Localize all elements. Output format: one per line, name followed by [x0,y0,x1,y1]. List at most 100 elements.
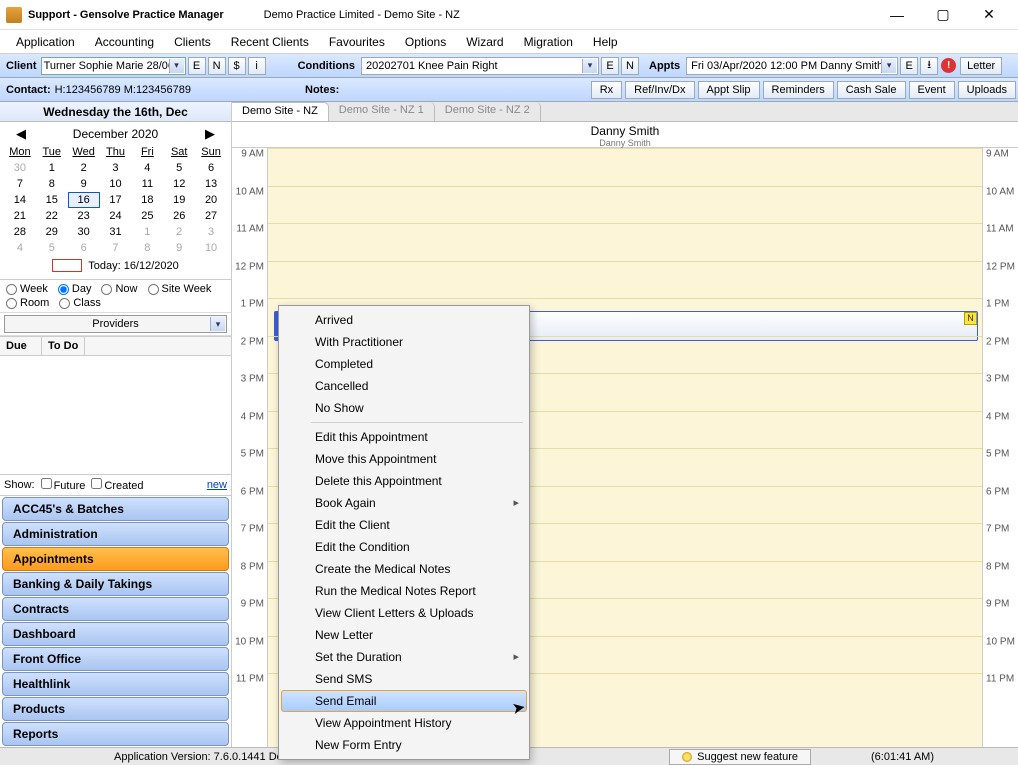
cal-day[interactable]: 9 [163,240,195,256]
ctx-completed[interactable]: Completed [281,353,527,375]
cal-day[interactable]: 25 [131,208,163,224]
ctx-arrived[interactable]: Arrived [281,309,527,331]
minimize-button[interactable]: — [874,0,920,30]
cal-day[interactable]: 4 [131,160,163,176]
ctx-edit-the-client[interactable]: Edit the Client [281,514,527,536]
cal-day[interactable]: 11 [131,176,163,192]
cal-day[interactable]: 17 [100,192,132,208]
cal-day[interactable]: 26 [163,208,195,224]
due-col-header[interactable]: Due [0,337,42,355]
conditions-select[interactable]: 20202701 Knee Pain Right ▾ [361,57,599,75]
client-n-button[interactable]: N [208,57,226,75]
site-tab[interactable]: Demo Site - NZ 2 [435,102,541,121]
appointment-select[interactable]: Fri 03/Apr/2020 12:00 PM Danny Smith ▾ [686,57,898,75]
radio-site-week[interactable]: Site Week [148,283,212,295]
cal-day[interactable]: 22 [36,208,68,224]
todo-col-header[interactable]: To Do [42,337,85,355]
action-reminders-button[interactable]: Reminders [763,81,834,99]
maximize-button[interactable]: ▢ [920,0,966,30]
ctx-edit-the-condition[interactable]: Edit the Condition [281,536,527,558]
download-button[interactable]: ⭳ [920,57,938,75]
warning-icon[interactable]: ! [941,58,956,73]
nav-front-office[interactable]: Front Office [2,647,229,671]
site-tab[interactable]: Demo Site - NZ 1 [329,102,435,121]
cal-day[interactable]: 30 [68,224,100,240]
ctx-run-the-medical-notes-report[interactable]: Run the Medical Notes Report [281,580,527,602]
close-button[interactable]: ✕ [966,0,1012,30]
cal-day[interactable]: 4 [4,240,36,256]
cal-day[interactable]: 6 [68,240,100,256]
ctx-set-the-duration[interactable]: Set the Duration [281,646,527,668]
cond-n-button[interactable]: N [621,57,639,75]
cal-day[interactable]: 7 [4,176,36,192]
new-link[interactable]: new [207,479,227,491]
cal-day[interactable]: 19 [163,192,195,208]
site-tab[interactable]: Demo Site - NZ [232,102,329,121]
menu-help[interactable]: Help [583,31,628,53]
ctx-book-again[interactable]: Book Again [281,492,527,514]
nav-reports[interactable]: Reports [2,722,229,746]
ctx-create-the-medical-notes[interactable]: Create the Medical Notes [281,558,527,580]
today-row[interactable]: Today: 16/12/2020 [4,256,227,275]
suggest-feature-button[interactable]: Suggest new feature [669,749,811,765]
cal-day[interactable]: 14 [4,192,36,208]
created-checkbox[interactable]: Created [91,478,143,492]
client-select[interactable]: Turner Sophie Marie 28/06. ▾ [41,57,186,75]
cal-day[interactable]: 5 [36,240,68,256]
cal-day[interactable]: 7 [100,240,132,256]
action-ref-inv-dx-button[interactable]: Ref/Inv/Dx [625,81,694,99]
chevron-down-icon[interactable]: ▾ [881,59,896,73]
cal-day[interactable]: 24 [100,208,132,224]
cal-day[interactable]: 27 [195,208,227,224]
appt-e-button[interactable]: E [900,57,918,75]
client-e-button[interactable]: E [188,57,206,75]
radio-class[interactable]: Class [59,297,101,309]
radio-room[interactable]: Room [6,297,49,309]
nav-products[interactable]: Products [2,697,229,721]
cal-day[interactable]: 18 [131,192,163,208]
nav-contracts[interactable]: Contracts [2,597,229,621]
cal-day[interactable]: 2 [163,224,195,240]
chevron-down-icon[interactable]: ▾ [210,317,225,331]
ctx-send-sms[interactable]: Send SMS [281,668,527,690]
nav-healthlink[interactable]: Healthlink [2,672,229,696]
cal-day[interactable]: 3 [100,160,132,176]
radio-now[interactable]: Now [101,283,137,295]
radio-week[interactable]: Week [6,283,48,295]
cal-day[interactable]: 1 [36,160,68,176]
nav-appointments[interactable]: Appointments [2,547,229,571]
client-info-button[interactable]: i [248,57,266,75]
action-uploads-button[interactable]: Uploads [958,81,1016,99]
chevron-down-icon[interactable]: ▾ [169,59,184,73]
menu-application[interactable]: Application [6,31,85,53]
nav-dashboard[interactable]: Dashboard [2,622,229,646]
action-appt-slip-button[interactable]: Appt Slip [698,81,760,99]
next-month-button[interactable]: ▶ [199,126,221,142]
action-rx-button[interactable]: Rx [591,81,622,99]
cal-day[interactable]: 3 [195,224,227,240]
menu-clients[interactable]: Clients [164,31,221,53]
cal-day[interactable]: 1 [131,224,163,240]
cal-day[interactable]: 2 [68,160,100,176]
cal-day[interactable]: 28 [4,224,36,240]
ctx-view-client-letters-uploads[interactable]: View Client Letters & Uploads [281,602,527,624]
cal-day[interactable]: 12 [163,176,195,192]
cal-day[interactable]: 8 [36,176,68,192]
radio-day[interactable]: Day [58,283,92,295]
ctx-new-letter[interactable]: New Letter [281,624,527,646]
cal-day[interactable]: 5 [163,160,195,176]
menu-wizard[interactable]: Wizard [456,31,513,53]
menu-recent-clients[interactable]: Recent Clients [221,31,319,53]
ctx-delete-this-appointment[interactable]: Delete this Appointment [281,470,527,492]
cal-day[interactable]: 21 [4,208,36,224]
cal-day[interactable]: 15 [36,192,68,208]
nav-acc45-s-batches[interactable]: ACC45's & Batches [2,497,229,521]
ctx-cancelled[interactable]: Cancelled [281,375,527,397]
menu-options[interactable]: Options [395,31,456,53]
ctx-edit-this-appointment[interactable]: Edit this Appointment [281,426,527,448]
nav-banking-daily-takings[interactable]: Banking & Daily Takings [2,572,229,596]
cond-e-button[interactable]: E [601,57,619,75]
menu-favourites[interactable]: Favourites [319,31,395,53]
cal-day[interactable]: 16 [68,192,100,208]
cal-day[interactable]: 6 [195,160,227,176]
